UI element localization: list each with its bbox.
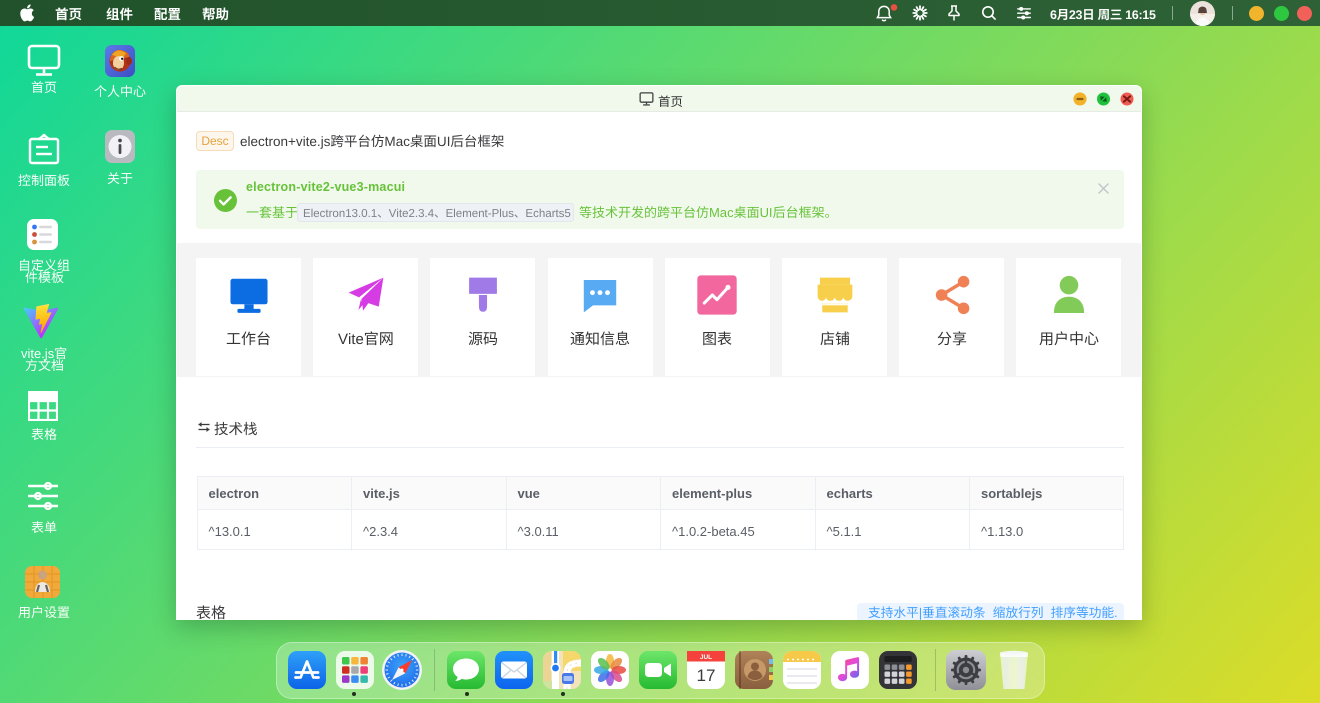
svg-text:17: 17 [696, 666, 715, 685]
svg-text:JUL: JUL [699, 654, 711, 661]
